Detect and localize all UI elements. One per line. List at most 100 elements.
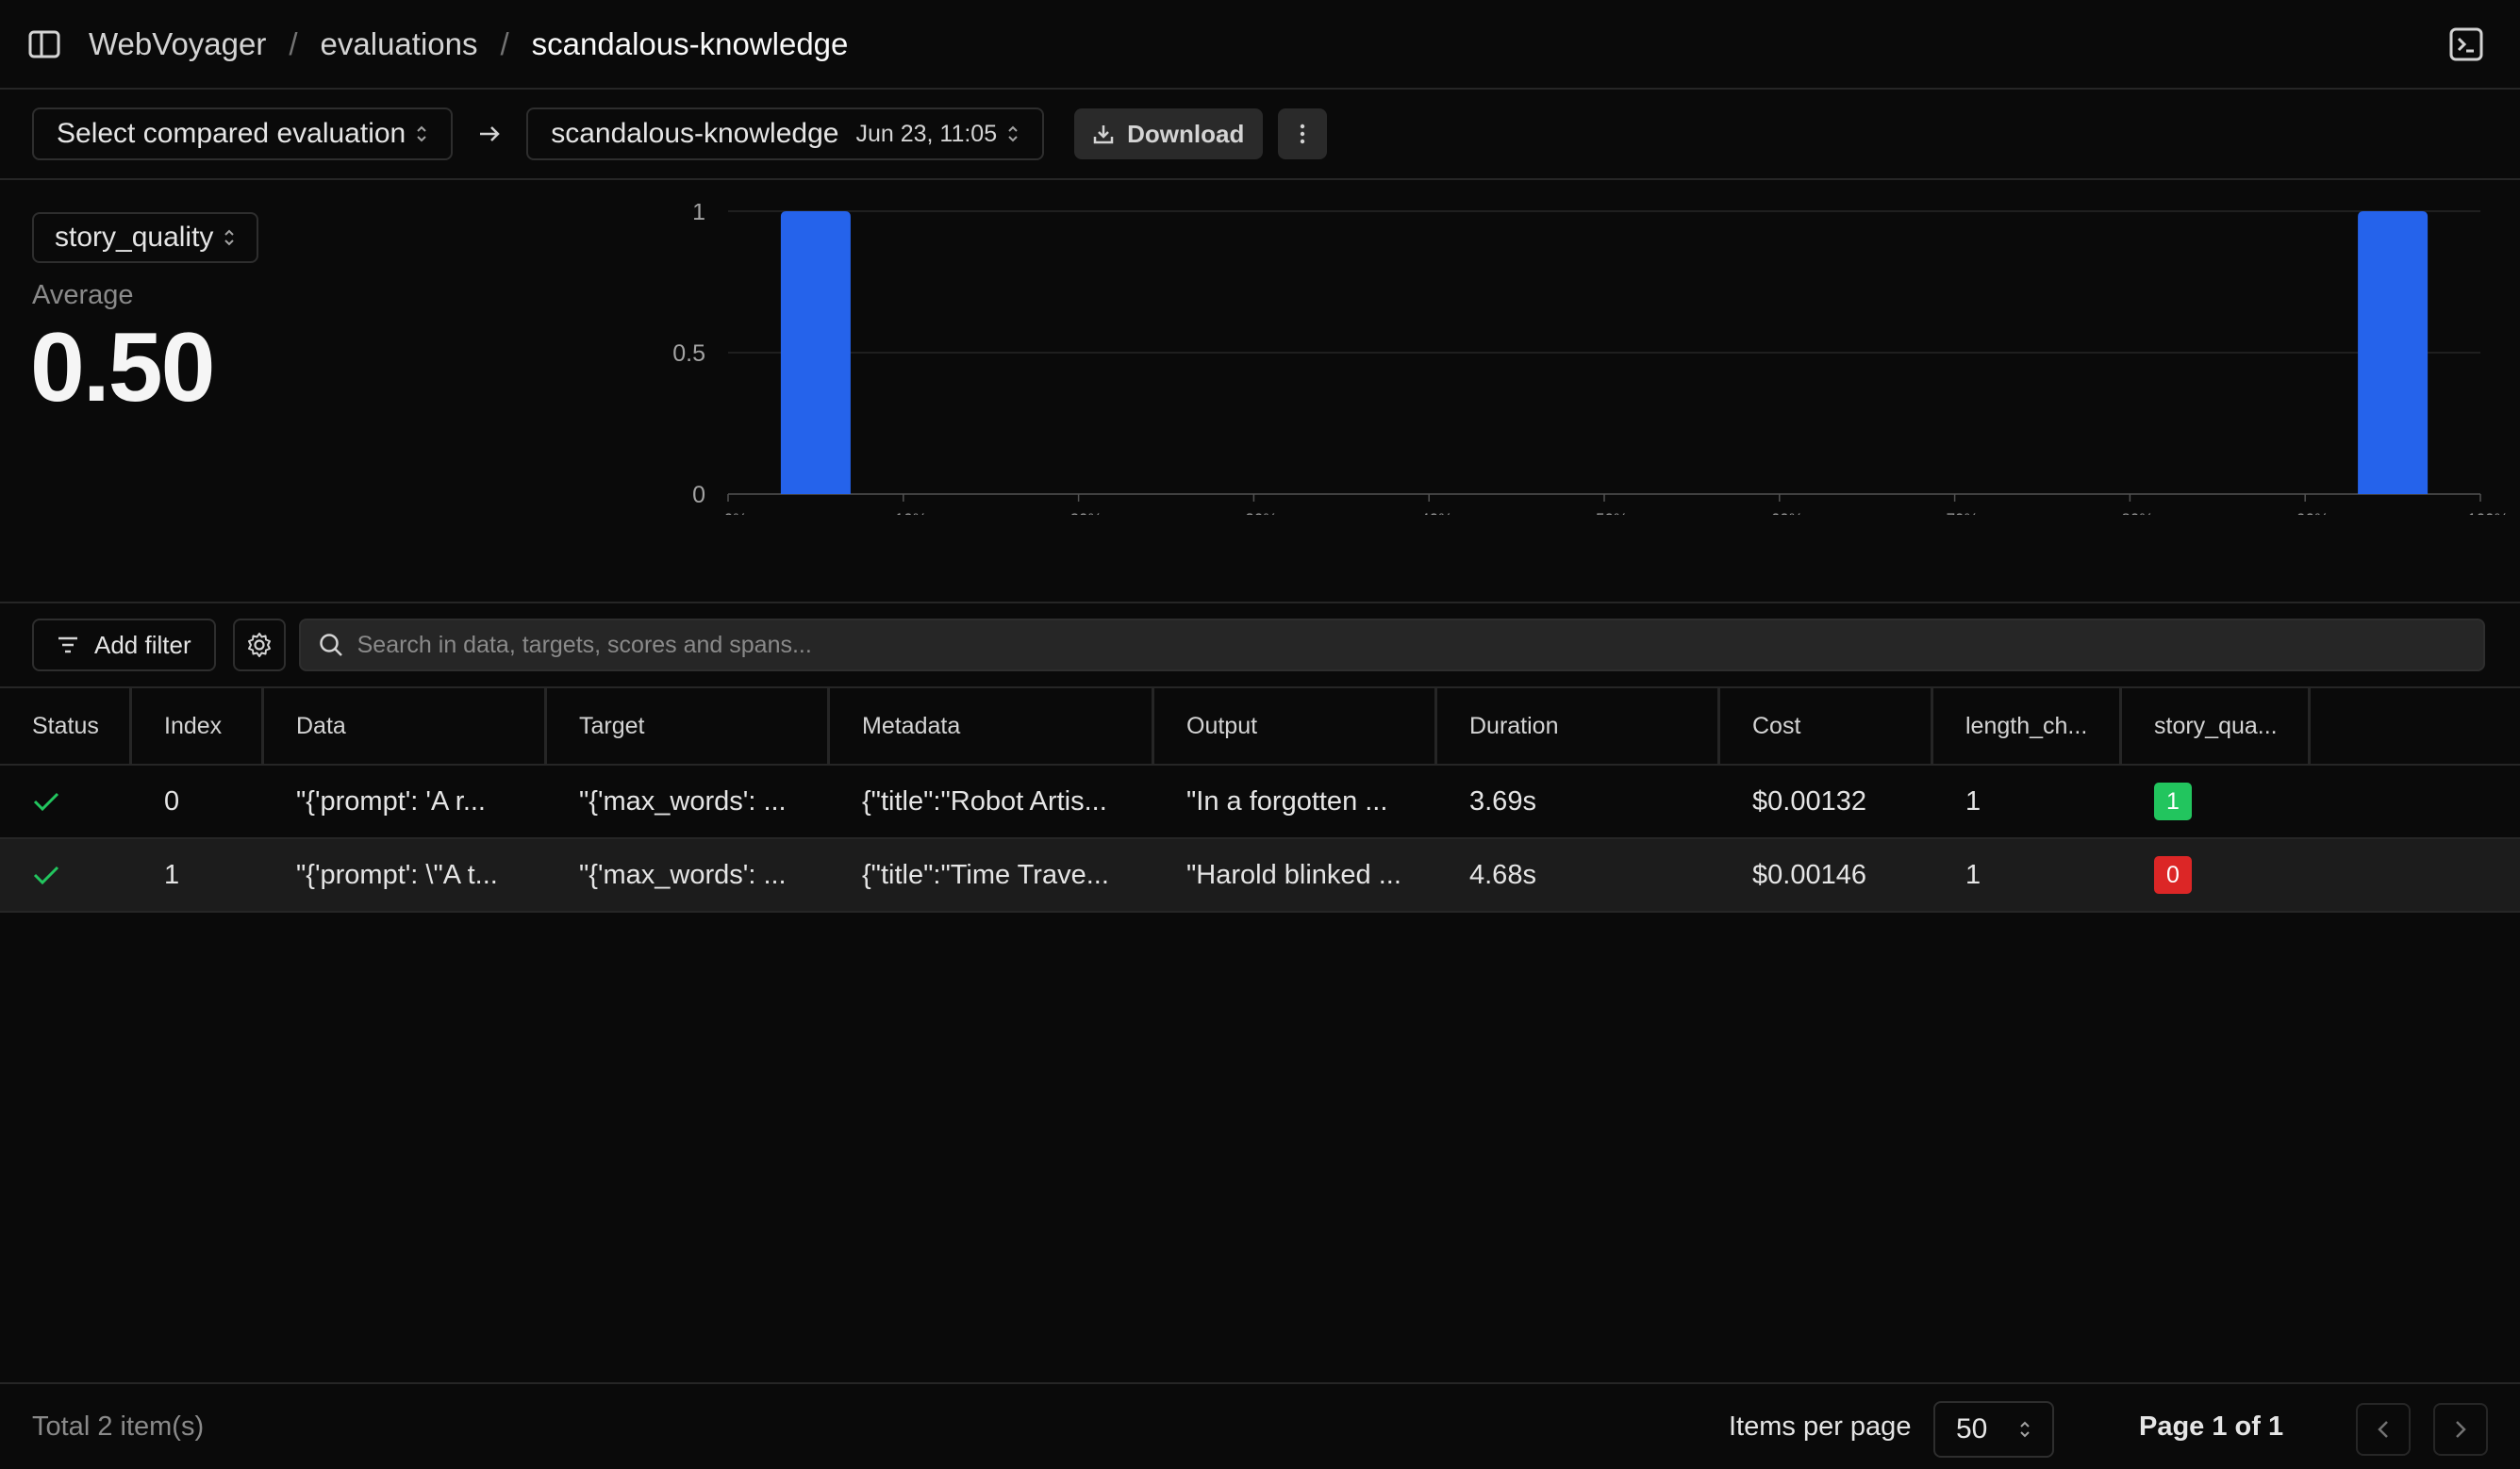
filter-icon bbox=[58, 636, 77, 653]
current-evaluation-name: scandalous-knowledge bbox=[551, 118, 839, 149]
column-header-duration[interactable]: Duration bbox=[1437, 688, 1720, 764]
data-cell: "{'prompt': 'A r... bbox=[296, 785, 486, 817]
items-per-page-label: Items per page bbox=[1729, 1411, 1912, 1442]
page-info: Page 1 of 1 bbox=[2139, 1411, 2284, 1442]
search-box bbox=[298, 619, 2485, 671]
download-label: Download bbox=[1127, 119, 1245, 148]
column-header-metadata[interactable]: Metadata bbox=[830, 688, 1154, 764]
metric-select[interactable]: story_quality bbox=[32, 212, 259, 263]
y-tick-label: 0 bbox=[692, 482, 705, 508]
metadata-cell: {"title":"Time Trave... bbox=[862, 859, 1109, 890]
status-cell bbox=[0, 839, 132, 911]
breadcrumb-separator: / bbox=[500, 25, 509, 61]
items-per-page-value: 50 bbox=[1956, 1413, 1988, 1444]
x-tick-label: 20% bbox=[1070, 510, 1102, 515]
output-cell: "In a forgotten ... bbox=[1186, 785, 1388, 817]
x-tick-label: 60% bbox=[1771, 510, 1803, 515]
terminal-icon[interactable] bbox=[2448, 26, 2484, 62]
chevron-updown-icon bbox=[1008, 125, 1018, 142]
length-check-cell: 1 bbox=[1965, 785, 1981, 817]
x-tick-label: 0% bbox=[724, 510, 748, 515]
column-header-data[interactable]: Data bbox=[264, 688, 547, 764]
histogram-bar[interactable] bbox=[780, 211, 851, 494]
story-quality-cell: 1 bbox=[2122, 766, 2311, 837]
arrow-right-icon bbox=[480, 126, 501, 141]
average-label: Average bbox=[32, 280, 134, 310]
length-check-cell: 1 bbox=[1965, 859, 1981, 890]
check-icon bbox=[33, 792, 59, 812]
metadata-cell: {"title":"Robot Artis... bbox=[862, 785, 1107, 817]
current-evaluation-date: Jun 23, 11:05 bbox=[855, 120, 998, 147]
target-cell: "{'max_words': ... bbox=[579, 859, 787, 890]
chevron-right-icon bbox=[2456, 1421, 2466, 1438]
score-badge: 1 bbox=[2154, 783, 2192, 820]
column-settings-button[interactable] bbox=[232, 619, 286, 671]
target-cell: "{'max_words': ... bbox=[579, 785, 787, 817]
x-tick-label: 50% bbox=[1596, 510, 1628, 515]
cost-cell: $0.00146 bbox=[1752, 859, 1866, 890]
x-tick-label: 100% bbox=[2467, 510, 2508, 515]
summary-panel: story_quality Average 0.50 00.510%10%20%… bbox=[0, 180, 2520, 603]
chevron-updown-icon bbox=[2020, 1421, 2030, 1438]
more-vertical-icon bbox=[1301, 124, 1305, 144]
breadcrumb-evaluations[interactable]: evaluations bbox=[321, 26, 478, 62]
app-header: WebVoyager / evaluations / scandalous-kn… bbox=[0, 0, 2520, 90]
results-table: Status Index Data Target Metadata Output… bbox=[0, 688, 2520, 913]
duration-cell: 4.68s bbox=[1469, 859, 1536, 890]
x-tick-label: 30% bbox=[1245, 510, 1277, 515]
x-tick-label: 90% bbox=[2296, 510, 2329, 515]
breadcrumb-separator: / bbox=[289, 25, 298, 61]
column-header-status[interactable]: Status bbox=[0, 688, 132, 764]
score-badge: 0 bbox=[2154, 856, 2192, 894]
download-button[interactable]: Download bbox=[1074, 108, 1264, 159]
histogram-bar[interactable] bbox=[2358, 211, 2429, 494]
check-icon bbox=[33, 866, 59, 885]
table-row[interactable]: 1 "{'prompt': \"A t... "{'max_words': ..… bbox=[0, 839, 2520, 913]
column-header-output[interactable]: Output bbox=[1154, 688, 1437, 764]
column-header-target[interactable]: Target bbox=[547, 688, 830, 764]
x-tick-label: 80% bbox=[2121, 510, 2153, 515]
filter-row: Add filter bbox=[0, 603, 2520, 688]
column-header-index[interactable]: Index bbox=[132, 688, 264, 764]
compare-evaluation-label: Select compared evaluation bbox=[57, 118, 406, 149]
column-header-cost[interactable]: Cost bbox=[1720, 688, 1933, 764]
download-icon bbox=[1093, 125, 1114, 144]
data-cell: "{'prompt': \"A t... bbox=[296, 859, 498, 890]
current-evaluation-select[interactable]: scandalous-knowledge Jun 23, 11:05 bbox=[526, 107, 1045, 160]
sidebar-toggle-icon[interactable] bbox=[28, 28, 60, 60]
index-cell: 1 bbox=[164, 859, 180, 890]
status-cell bbox=[0, 766, 132, 837]
toolbar: Select compared evaluation scandalous-kn… bbox=[0, 90, 2520, 180]
next-page-button[interactable] bbox=[2433, 1403, 2488, 1456]
average-value: 0.50 bbox=[30, 313, 215, 422]
score-distribution-chart: 00.510%10%20%30%40%50%60%70%80%90%100% bbox=[672, 204, 2509, 515]
pagination-footer: Total 2 item(s) Items per page 50 Page 1… bbox=[0, 1382, 2520, 1469]
search-input[interactable] bbox=[356, 631, 2432, 659]
breadcrumb-current: scandalous-knowledge bbox=[531, 25, 849, 61]
previous-page-button[interactable] bbox=[2356, 1403, 2411, 1456]
compare-evaluation-select[interactable]: Select compared evaluation bbox=[32, 107, 454, 160]
more-options-button[interactable] bbox=[1278, 108, 1328, 159]
add-filter-label: Add filter bbox=[94, 630, 191, 659]
story-quality-cell: 0 bbox=[2122, 839, 2311, 911]
items-per-page-select[interactable]: 50 bbox=[1933, 1401, 2054, 1458]
column-header-story-quality[interactable]: story_qua... bbox=[2122, 688, 2311, 764]
output-cell: "Harold blinked ... bbox=[1186, 859, 1401, 890]
y-tick-label: 1 bbox=[692, 204, 705, 225]
duration-cell: 3.69s bbox=[1469, 785, 1536, 817]
cost-cell: $0.00132 bbox=[1752, 785, 1866, 817]
column-header-length-check[interactable]: length_ch... bbox=[1933, 688, 2122, 764]
search-icon bbox=[319, 634, 342, 656]
index-cell: 0 bbox=[164, 785, 180, 817]
x-tick-label: 70% bbox=[1947, 510, 1979, 515]
chevron-left-icon bbox=[2378, 1421, 2388, 1438]
table-row[interactable]: 0 "{'prompt': 'A r... "{'max_words': ...… bbox=[0, 766, 2520, 839]
total-items: Total 2 item(s) bbox=[32, 1411, 205, 1442]
y-tick-label: 0.5 bbox=[672, 340, 705, 367]
table-header: Status Index Data Target Metadata Output… bbox=[0, 688, 2520, 766]
metric-select-label: story_quality bbox=[55, 222, 214, 253]
breadcrumb-project[interactable]: WebVoyager bbox=[89, 26, 266, 62]
gear-icon bbox=[247, 633, 271, 657]
x-tick-label: 10% bbox=[895, 510, 927, 515]
add-filter-button[interactable]: Add filter bbox=[32, 619, 216, 671]
